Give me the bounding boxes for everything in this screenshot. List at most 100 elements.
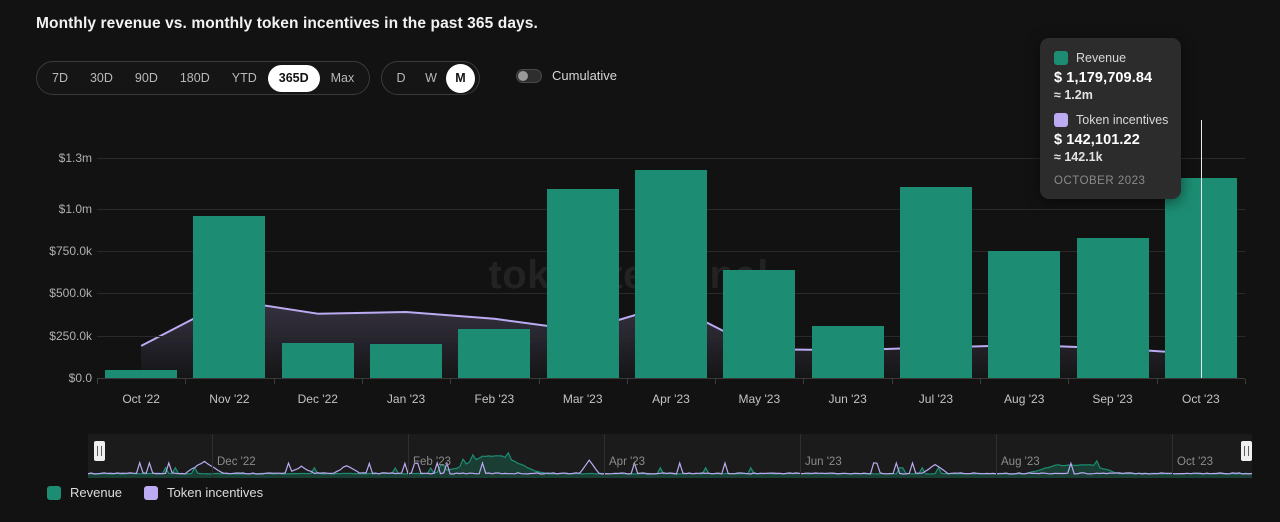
brush-left-handle[interactable]: [94, 441, 105, 461]
x-axis-tick-label: Jul '23: [919, 392, 953, 406]
tooltip-revenue-value: $ 1,179,709.84: [1054, 70, 1167, 86]
range-selector[interactable]: 7D30D90D180DYTD365DMax: [36, 61, 370, 95]
x-axis-tick-label: May '23: [738, 392, 780, 406]
token-incentives-swatch-icon: [1054, 113, 1068, 127]
interval-option-d[interactable]: D: [386, 65, 416, 92]
gridline: [97, 378, 1245, 379]
y-axis-tick-label: $1.0m: [59, 202, 92, 216]
tooltip-incentives-label: Token incentives: [1076, 113, 1168, 127]
chart-legend[interactable]: Revenue Token incentives: [47, 485, 263, 500]
legend-item-revenue[interactable]: Revenue: [47, 485, 122, 500]
crosshair-line: [1201, 120, 1202, 378]
brush-tick-label: Oct '23: [1177, 456, 1213, 468]
x-axis-tick-mark: [97, 379, 98, 384]
range-option-180d[interactable]: 180D: [169, 65, 221, 92]
revenue-bar[interactable]: [812, 326, 884, 378]
brush-right-handle[interactable]: [1241, 441, 1252, 461]
cumulative-toggle-group[interactable]: Cumulative: [516, 68, 617, 83]
range-brush[interactable]: Dec '22 Feb '23 Apr '23 Jun '23 Aug '23 Oct '…: [88, 434, 1252, 478]
x-axis-tick-mark: [980, 379, 981, 384]
tooltip-date: OCTOBER 2023: [1054, 175, 1167, 187]
range-option-365d[interactable]: 365D: [268, 65, 320, 92]
x-axis-tick-label: Apr '23: [652, 392, 690, 406]
x-axis-tick-mark: [450, 379, 451, 384]
revenue-bar[interactable]: [635, 170, 707, 378]
tooltip-revenue-row: Revenue: [1054, 51, 1167, 65]
tooltip-revenue-label: Revenue: [1076, 51, 1126, 65]
revenue-bar[interactable]: [105, 370, 177, 378]
legend-swatch-icon: [144, 486, 158, 500]
brush-tick-label: Feb '23: [413, 456, 451, 468]
revenue-bar[interactable]: [458, 329, 530, 378]
y-axis-tick-label: $500.0k: [49, 286, 92, 300]
interval-option-w[interactable]: W: [416, 65, 446, 92]
range-option-max[interactable]: Max: [320, 65, 366, 92]
y-axis-tick-label: $750.0k: [49, 244, 92, 258]
range-option-ytd[interactable]: YTD: [221, 65, 268, 92]
brush-tick: [604, 434, 605, 478]
toggle-knob: [518, 71, 528, 81]
brush-tick-label: Aug '23: [1001, 456, 1040, 468]
revenue-swatch-icon: [1054, 51, 1068, 65]
x-axis-tick-mark: [539, 379, 540, 384]
legend-swatch-icon: [47, 486, 61, 500]
x-axis-tick-label: Nov '22: [209, 392, 249, 406]
x-axis-tick-mark: [1245, 379, 1246, 384]
legend-label: Revenue: [70, 485, 122, 500]
y-axis-tick-label: $250.0k: [49, 329, 92, 343]
x-axis-tick-label: Dec '22: [298, 392, 338, 406]
revenue-bar[interactable]: [282, 343, 354, 378]
tooltip-incentives-value: $ 142,101.22: [1054, 132, 1167, 148]
x-axis-tick-mark: [185, 379, 186, 384]
x-axis-tick-label: Sep '23: [1092, 392, 1132, 406]
revenue-bar[interactable]: [370, 344, 442, 378]
brush-tick-label: Jun '23: [805, 456, 842, 468]
x-axis-tick-label: Feb '23: [475, 392, 515, 406]
brush-tick: [800, 434, 801, 478]
tooltip-incentives-approx: ≈ 142.1k: [1054, 150, 1167, 164]
x-axis-tick-mark: [1157, 379, 1158, 384]
tooltip-revenue-approx: ≈ 1.2m: [1054, 88, 1167, 102]
cumulative-toggle[interactable]: [516, 69, 542, 83]
x-axis-tick-mark: [892, 379, 893, 384]
range-option-90d[interactable]: 90D: [124, 65, 169, 92]
brush-tick: [408, 434, 409, 478]
chart-page: Monthly revenue vs. monthly token incent…: [0, 0, 1280, 522]
legend-item-token-incentives[interactable]: Token incentives: [144, 485, 263, 500]
x-axis-tick-mark: [803, 379, 804, 384]
cumulative-label: Cumulative: [552, 68, 617, 83]
revenue-bar[interactable]: [988, 251, 1060, 378]
revenue-bar[interactable]: [1077, 238, 1149, 378]
page-title: Monthly revenue vs. monthly token incent…: [36, 15, 538, 33]
x-axis-tick-label: Jun '23: [828, 392, 866, 406]
x-axis-tick-label: Aug '23: [1004, 392, 1044, 406]
x-axis-tick-mark: [715, 379, 716, 384]
y-axis-tick-label: $1.3m: [59, 151, 92, 165]
x-axis-tick-label: Mar '23: [563, 392, 603, 406]
x-axis-tick-mark: [274, 379, 275, 384]
x-axis-tick-label: Oct '22: [122, 392, 160, 406]
legend-label: Token incentives: [167, 485, 263, 500]
interval-selector[interactable]: DWM: [381, 61, 480, 95]
revenue-bar[interactable]: [193, 216, 265, 378]
chart-tooltip: Revenue $ 1,179,709.84 ≈ 1.2m Token ince…: [1040, 38, 1181, 199]
x-axis-tick-mark: [1068, 379, 1069, 384]
x-axis-tick-mark: [627, 379, 628, 384]
interval-option-m[interactable]: M: [446, 64, 475, 93]
brush-tick-label: Apr '23: [609, 456, 645, 468]
x-axis-tick-label: Oct '23: [1182, 392, 1220, 406]
brush-tick-label: Dec '22: [217, 456, 256, 468]
y-axis-tick-label: $0.0: [69, 371, 92, 385]
range-option-7d[interactable]: 7D: [41, 65, 79, 92]
x-axis-tick-label: Jan '23: [387, 392, 425, 406]
brush-sparkline: [88, 434, 1252, 478]
brush-tick: [1172, 434, 1173, 478]
tooltip-incentives-row: Token incentives: [1054, 113, 1167, 127]
x-axis-tick-mark: [362, 379, 363, 384]
range-option-30d[interactable]: 30D: [79, 65, 124, 92]
revenue-bar[interactable]: [723, 270, 795, 378]
revenue-bar[interactable]: [547, 189, 619, 378]
brush-tick: [996, 434, 997, 478]
revenue-bar[interactable]: [900, 187, 972, 378]
brush-tick: [212, 434, 213, 478]
